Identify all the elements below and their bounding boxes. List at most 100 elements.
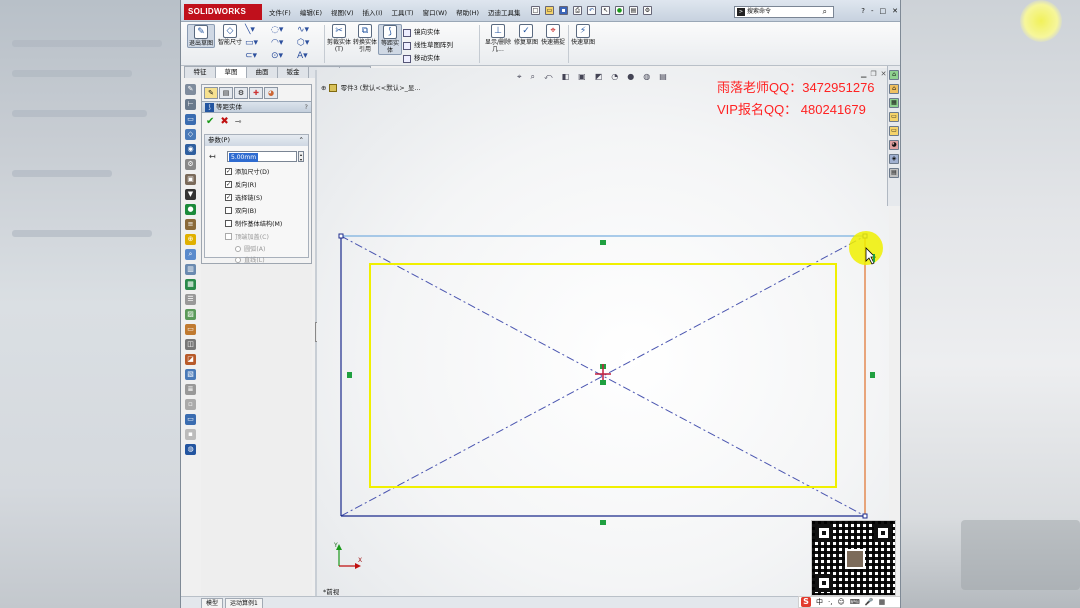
display-icon[interactable]: ▭ <box>185 114 196 125</box>
keyboard-icon[interactable]: ⌨ <box>850 598 860 606</box>
design-library-icon[interactable]: ▦ <box>889 98 899 108</box>
close-icon[interactable]: ✕ <box>892 7 898 15</box>
text-icon[interactable]: A▾ <box>297 51 323 61</box>
cup-icon[interactable]: ▼ <box>185 189 196 200</box>
menu-insert[interactable]: 插入(I) <box>363 7 383 17</box>
tab-model[interactable]: 模型 <box>201 598 224 608</box>
restore-icon[interactable]: □ <box>880 7 887 15</box>
cancel-button[interactable]: ✖ <box>220 116 228 127</box>
custom-properties-icon[interactable]: ▤ <box>889 168 899 178</box>
sogou-ime-icon[interactable]: S <box>801 597 811 607</box>
globe-icon[interactable]: ◍ <box>185 444 196 455</box>
polygon-icon[interactable]: ⬡▾ <box>297 38 323 48</box>
tab-sheet-metal[interactable]: 钣金 <box>277 66 309 78</box>
search-results-icon[interactable]: ▭ <box>889 126 899 136</box>
point-icon[interactable]: ⊙▾ <box>271 51 297 61</box>
menu-help[interactable]: 帮助(H) <box>456 7 479 17</box>
mirror-entities-button[interactable]: 镜向实体 <box>403 26 453 39</box>
chart-icon[interactable]: ▥ <box>185 264 196 275</box>
rapid-sketch-button[interactable]: ⚡ 快速草图 <box>571 24 595 46</box>
quick-snaps-button[interactable]: ⌖ 快速捕捉 <box>541 24 565 46</box>
menu-edit[interactable]: 编辑(E) <box>300 7 322 17</box>
spline-icon[interactable]: ∿▾ <box>297 25 323 35</box>
options-icon[interactable]: ⚙ <box>643 6 652 15</box>
help-icon[interactable]: ? <box>305 102 308 113</box>
offset-distance-input[interactable]: 5.00mm <box>227 151 297 162</box>
dim-xpert-tab-icon[interactable]: ✚ <box>249 87 263 99</box>
option-bidirectional[interactable]: 双向(B) <box>205 204 308 217</box>
slider-icon[interactable]: ≣ <box>185 384 196 395</box>
checkbox-empty-icon[interactable] <box>225 220 232 227</box>
gear-icon[interactable]: ⚙ <box>185 159 196 170</box>
vertex-point[interactable] <box>862 513 868 519</box>
resources-icon[interactable]: ⌂ <box>889 70 899 80</box>
undo-icon[interactable]: ↶ <box>587 6 596 15</box>
help-icon[interactable]: ? <box>861 7 865 15</box>
tab-motion-study[interactable]: 运动算例1 <box>225 598 263 608</box>
graphics-area[interactable]: ⊕ 零件3 (默认<<默认>_显... ⌖ ⌕ ⤺ ◧ ▣ ◩ ◔ ● ◍ ▤ … <box>317 68 896 596</box>
collapse-icon[interactable]: ⌃ <box>299 135 304 146</box>
table-icon[interactable]: ▦ <box>185 279 196 290</box>
skin-icon[interactable]: ▦ <box>879 598 886 606</box>
parameters-header[interactable]: 参数(P) ⌃ <box>205 135 308 146</box>
option-reverse[interactable]: ✓ 反向(R) <box>205 178 308 191</box>
print-icon[interactable]: ⎙ <box>573 6 582 15</box>
slot-icon[interactable]: ⊂▾ <box>245 51 271 61</box>
menu-window[interactable]: 窗口(W) <box>423 7 448 17</box>
line-icon[interactable]: ╲▾ <box>245 25 271 35</box>
linear-pattern-button[interactable]: 线性草图阵列 <box>403 39 453 52</box>
picture-icon[interactable]: ▧ <box>185 369 196 380</box>
target-icon[interactable]: ⊕ <box>185 234 196 245</box>
search-commands[interactable]: > 搜索命令 ⌕ <box>734 6 834 18</box>
ime-language[interactable]: 中 <box>816 597 823 607</box>
save-icon[interactable]: ▪ <box>559 6 568 15</box>
view-palette-icon[interactable]: ◕ <box>889 140 899 150</box>
checkbox-empty-icon[interactable] <box>225 207 232 214</box>
microphone-icon[interactable]: 🎤 <box>865 598 874 606</box>
pattern-icon[interactable]: ≡ <box>185 219 196 230</box>
tab-sketch[interactable]: 草图 <box>215 66 247 78</box>
shield-icon[interactable]: ● <box>185 204 196 215</box>
folder-icon[interactable]: ▭ <box>185 324 196 335</box>
emoji-icon[interactable]: ☺ <box>837 598 844 606</box>
menu-view[interactable]: 视图(V) <box>331 7 354 17</box>
file-explorer-icon[interactable]: ▭ <box>889 112 899 122</box>
display-delete-relations-button[interactable]: ⊥ 显示/删除几... <box>483 24 513 53</box>
rectangle-icon[interactable]: ▭▾ <box>245 38 271 48</box>
home-icon[interactable]: ⌂ <box>889 84 899 94</box>
view-orientation-icon[interactable]: ◉ <box>185 144 196 155</box>
cube-icon[interactable]: ▣ <box>185 174 196 185</box>
checkbox-checked-icon[interactable]: ✓ <box>225 181 232 188</box>
repair-sketch-button[interactable]: ✓ 修复草图 <box>514 24 538 46</box>
select-arrow-icon[interactable]: ↖ <box>601 6 610 15</box>
exit-sketch-button[interactable]: ✎ 退出草图 <box>187 24 215 48</box>
trim-entities-button[interactable]: ✂ 剪裁实体(T) <box>327 24 351 53</box>
convert-entities-button[interactable]: ⧉ 转换实体引用 <box>353 24 377 53</box>
plane-icon[interactable]: ◇ <box>185 129 196 140</box>
tag-icon[interactable]: ◪ <box>185 354 196 365</box>
punctuation-icon[interactable]: ·, <box>828 598 832 606</box>
misc-tool-icon[interactable]: ▫ <box>185 399 196 410</box>
checkbox-checked-icon[interactable]: ✓ <box>225 168 232 175</box>
config-manager-tab-icon[interactable]: ⚙ <box>234 87 248 99</box>
stack-icon[interactable]: ☰ <box>185 294 196 305</box>
option-make-base-construction[interactable]: 制作基体结构(M) <box>205 217 308 230</box>
offset-entities-button[interactable]: ⟆ 等距实体 <box>378 24 402 55</box>
checkbox-checked-icon[interactable]: ✓ <box>225 194 232 201</box>
menu-tools[interactable]: 工具(T) <box>392 7 414 17</box>
circle-icon[interactable]: ◌▾ <box>271 25 297 35</box>
solidworks-logo[interactable]: SOLIDWORKS <box>184 4 262 20</box>
feature-tree-tab-icon[interactable]: ▤ <box>219 87 233 99</box>
search-icon[interactable]: ⌕ <box>823 7 827 17</box>
zoom-icon[interactable]: ⌕ <box>185 249 196 260</box>
menu-maidi-tools[interactable]: 迈迪工具集 <box>488 7 521 17</box>
property-manager-tab-icon[interactable]: ✎ <box>204 87 218 99</box>
appearances-icon[interactable]: ◈ <box>889 154 899 164</box>
option-select-chain[interactable]: ✓ 选择链(S) <box>205 191 308 204</box>
open-folder-icon[interactable]: ▭ <box>545 6 554 15</box>
display-manager-tab-icon[interactable]: ◕ <box>264 87 278 99</box>
move-entities-button[interactable]: 移动实体 <box>403 52 453 65</box>
note-icon[interactable]: ▪ <box>185 429 196 440</box>
minimize-icon[interactable]: - <box>871 7 874 15</box>
dimension-icon[interactable]: ⊢ <box>185 99 196 110</box>
